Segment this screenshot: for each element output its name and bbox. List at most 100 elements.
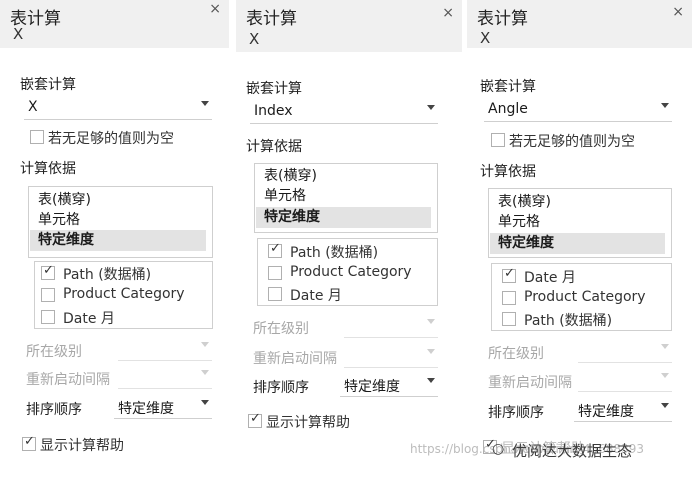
dim-checkbox-product-category[interactable]: [41, 288, 55, 302]
nested-calc-dropdown[interactable]: Index: [250, 101, 438, 124]
chevron-down-icon: [201, 342, 209, 347]
dim-checkbox-path[interactable]: [502, 312, 516, 326]
wechat-icon: ○: [492, 441, 505, 457]
panel-field-name: X: [249, 30, 260, 48]
restart-every-dropdown[interactable]: [578, 369, 672, 392]
dim-checkbox-path[interactable]: [268, 241, 282, 258]
chevron-down-icon: [427, 378, 435, 383]
compute-item-cell[interactable]: 单元格: [490, 212, 670, 233]
dim-checkbox-date[interactable]: [268, 287, 282, 301]
panel-field-name: X: [13, 25, 24, 43]
nested-calc-value: Angle: [488, 101, 528, 117]
sort-order-dropdown[interactable]: 特定维度: [340, 374, 438, 397]
sort-order-label: 排序顺序: [253, 380, 309, 396]
level-label: 所在级别: [26, 344, 82, 360]
chevron-down-icon: [427, 349, 435, 354]
panel-header: 表计算 X ×: [236, 0, 462, 52]
level-label: 所在级别: [253, 321, 309, 337]
sort-order-value: 特定维度: [344, 379, 400, 395]
dim-label-date: Date 月: [290, 288, 342, 304]
empty-if-insufficient-label: 若无足够的值则为空: [509, 134, 635, 150]
restart-every-dropdown[interactable]: [118, 366, 212, 389]
dim-label-path: Path (数据桶): [63, 267, 152, 283]
panel-header: 表计算 X ×: [467, 0, 692, 48]
level-label: 所在级别: [488, 346, 544, 362]
dim-checkbox-product-category[interactable]: [268, 266, 282, 280]
table-calc-panel-1: 表计算 X × 嵌套计算 X 若无足够的值则为空 计算依据 表(横穿) 单元格 …: [0, 0, 229, 481]
chevron-down-icon: [661, 373, 669, 378]
sort-order-label: 排序顺序: [26, 402, 82, 418]
watermark-account: 优阅达大数据生态: [512, 442, 633, 460]
table-calc-panel-2: 表计算 X × 嵌套计算 Index 计算依据 表(横穿) 单元格 特定维度 P…: [236, 0, 462, 452]
close-icon[interactable]: ×: [442, 5, 454, 21]
compute-using-label: 计算依据: [246, 139, 302, 155]
show-calc-help-checkbox[interactable]: [248, 411, 262, 428]
panel-header: 表计算 X ×: [0, 0, 229, 48]
sort-order-value: 特定维度: [118, 401, 174, 417]
nested-calc-value: Index: [254, 103, 293, 119]
dim-checkbox-product-category[interactable]: [502, 291, 516, 305]
chevron-down-icon: [201, 370, 209, 375]
dimension-list: Date 月 Product Category Path (数据桶): [491, 263, 672, 331]
close-icon[interactable]: ×: [209, 1, 221, 17]
show-calc-help-checkbox[interactable]: [22, 434, 36, 451]
level-dropdown[interactable]: [118, 338, 212, 361]
nested-calc-value: X: [28, 99, 38, 115]
close-icon[interactable]: ×: [672, 4, 684, 20]
nested-calc-label: 嵌套计算: [246, 81, 302, 97]
table-calc-panel-3: 表计算 X × 嵌套计算 Angle 若无足够的值则为空 计算依据 表(横穿) …: [467, 0, 692, 481]
chevron-down-icon: [427, 319, 435, 324]
level-dropdown[interactable]: [344, 315, 438, 338]
dim-checkbox-date[interactable]: [502, 266, 516, 283]
nested-calc-dropdown[interactable]: X: [24, 97, 212, 120]
chevron-down-icon: [661, 344, 669, 349]
compute-item-specific-dimensions[interactable]: 特定维度: [490, 233, 665, 254]
compute-item-specific-dimensions[interactable]: 特定维度: [256, 207, 431, 228]
dim-label-product-category: Product Category: [63, 286, 185, 302]
dim-label-date: Date 月: [63, 311, 115, 327]
empty-if-insufficient-checkbox[interactable]: [491, 133, 505, 147]
sort-order-dropdown[interactable]: 特定维度: [114, 396, 212, 419]
dim-checkbox-date[interactable]: [41, 310, 55, 324]
panel-title: 表计算: [246, 9, 297, 29]
dim-label-product-category: Product Category: [524, 289, 646, 305]
chevron-down-icon: [201, 101, 209, 106]
restart-every-dropdown[interactable]: [344, 345, 438, 368]
compute-item-table-across[interactable]: 表(横穿): [30, 190, 211, 211]
compute-using-label: 计算依据: [20, 161, 76, 177]
sort-order-dropdown[interactable]: 特定维度: [574, 399, 672, 422]
restart-every-label: 重新启动间隔: [488, 375, 572, 391]
dim-checkbox-path[interactable]: [41, 263, 55, 280]
chevron-down-icon: [661, 103, 669, 108]
dimension-list: Path (数据桶) Product Category Date 月: [257, 238, 438, 306]
compute-item-cell[interactable]: 单元格: [256, 186, 436, 207]
restart-every-label: 重新启动间隔: [26, 372, 110, 388]
compute-item-specific-dimensions[interactable]: 特定维度: [30, 230, 206, 251]
restart-every-label: 重新启动间隔: [253, 351, 337, 367]
nested-calc-label: 嵌套计算: [20, 77, 76, 93]
sort-order-label: 排序顺序: [488, 405, 544, 421]
compute-using-list: 表(横穿) 单元格 特定维度: [488, 188, 672, 258]
compute-using-list: 表(横穿) 单元格 特定维度: [254, 163, 438, 233]
dim-label-date: Date 月: [524, 270, 576, 286]
nested-calc-label: 嵌套计算: [480, 79, 536, 95]
level-dropdown[interactable]: [578, 340, 672, 363]
compute-item-cell[interactable]: 单元格: [30, 210, 211, 231]
empty-if-insufficient-checkbox[interactable]: [30, 130, 44, 144]
chevron-down-icon: [427, 105, 435, 110]
chevron-down-icon: [661, 403, 669, 408]
nested-calc-dropdown[interactable]: Angle: [484, 99, 672, 122]
show-calc-help-label: 显示计算帮助: [40, 438, 124, 454]
panel-title: 表计算: [477, 9, 528, 29]
chevron-down-icon: [201, 400, 209, 405]
show-calc-help-label: 显示计算帮助: [266, 415, 350, 431]
dim-label-path: Path (数据桶): [290, 245, 379, 261]
compute-item-table-across[interactable]: 表(横穿): [490, 192, 670, 213]
dimension-list: Path (数据桶) Product Category Date 月: [34, 261, 213, 329]
dim-label-product-category: Product Category: [290, 264, 412, 280]
sort-order-value: 特定维度: [578, 404, 634, 420]
empty-if-insufficient-label: 若无足够的值则为空: [48, 131, 174, 147]
compute-using-label: 计算依据: [480, 164, 536, 180]
compute-using-list: 表(横穿) 单元格 特定维度: [28, 186, 213, 258]
compute-item-table-across[interactable]: 表(横穿): [256, 166, 436, 187]
